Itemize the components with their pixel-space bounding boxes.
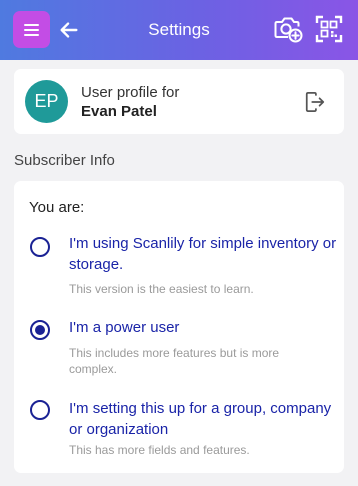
radio-button-selected[interactable] (30, 320, 50, 340)
profile-label: User profile for (81, 84, 180, 101)
radio-button[interactable] (30, 400, 50, 420)
logout-icon[interactable] (304, 91, 326, 113)
avatar: EP (25, 80, 68, 123)
subscriber-info-card: You are: I'm using Scanlily for simple i… (14, 181, 344, 473)
add-photo-camera-icon[interactable] (273, 13, 303, 43)
option-description: This version is the easiest to learn. (69, 282, 254, 296)
user-profile-card[interactable]: EP User profile for Evan Patel (14, 69, 344, 134)
radio-button[interactable] (30, 237, 50, 257)
option-label: I'm setting this up for a group, company… (69, 400, 332, 438)
option-description: This includes more features but is more … (69, 346, 280, 376)
app-header: Settings (0, 0, 358, 60)
option-label: I'm using Scanlily for simple inventory … (69, 235, 337, 273)
scan-qr-icon[interactable] (315, 15, 343, 43)
section-title: Subscriber Info (14, 152, 115, 169)
profile-name: Evan Patel (81, 103, 157, 120)
option-description: This has more fields and features. (69, 443, 250, 457)
prompt-label: You are: (29, 199, 85, 216)
option-label: I'm a power user (69, 319, 180, 336)
page-title: Settings (148, 20, 210, 39)
